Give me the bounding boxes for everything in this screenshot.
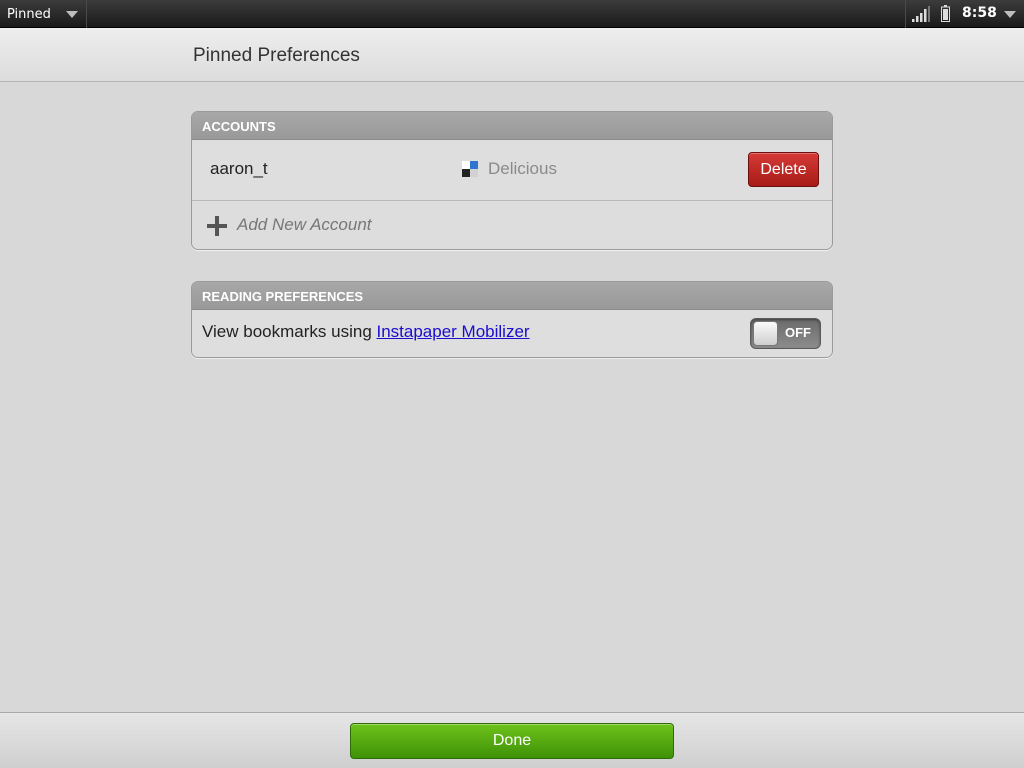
reading-preferences-title: READING PREFERENCES <box>192 282 832 310</box>
page-title: Pinned Preferences <box>193 45 360 66</box>
chevron-down-icon <box>1004 11 1016 18</box>
mobilizer-pref-text: View bookmarks using Instapaper Mobilize… <box>202 322 530 342</box>
signal-icon <box>912 6 930 22</box>
mobilizer-toggle[interactable]: OFF <box>750 318 821 349</box>
toggle-state-label: OFF <box>785 325 811 340</box>
delete-account-button[interactable]: Delete <box>748 152 819 187</box>
footer-bar: Done <box>0 712 1024 768</box>
battery-icon <box>941 5 950 22</box>
clock: 8:58 <box>962 5 997 21</box>
mobilizer-pref-row: View bookmarks using Instapaper Mobilize… <box>192 310 832 357</box>
app-menu[interactable]: Pinned <box>0 0 87 28</box>
instapaper-mobilizer-link[interactable]: Instapaper Mobilizer <box>377 322 530 341</box>
chevron-down-icon <box>66 11 78 18</box>
add-account-row[interactable]: Add New Account <box>192 201 832 249</box>
status-bar: Pinned 8:58 <box>0 0 1024 28</box>
account-row[interactable]: aaron_t Delicious Delete <box>192 140 832 201</box>
system-menu[interactable]: 8:58 <box>905 0 1024 28</box>
add-account-label: Add New Account <box>237 215 372 234</box>
toggle-knob[interactable] <box>753 321 778 346</box>
done-button[interactable]: Done <box>350 723 674 759</box>
page-header: Pinned Preferences <box>0 28 1024 82</box>
account-service: Delicious <box>488 159 557 178</box>
app-menu-label: Pinned <box>7 6 51 22</box>
account-username: aaron_t <box>210 159 268 178</box>
accounts-section: ACCOUNTS aaron_t Delicious Delete Add Ne… <box>191 111 833 250</box>
pref-text-prefix: View bookmarks using <box>202 322 377 341</box>
delicious-icon <box>462 161 478 177</box>
plus-icon <box>207 216 227 236</box>
accounts-section-title: ACCOUNTS <box>192 112 832 140</box>
reading-preferences-section: READING PREFERENCES View bookmarks using… <box>191 281 833 358</box>
